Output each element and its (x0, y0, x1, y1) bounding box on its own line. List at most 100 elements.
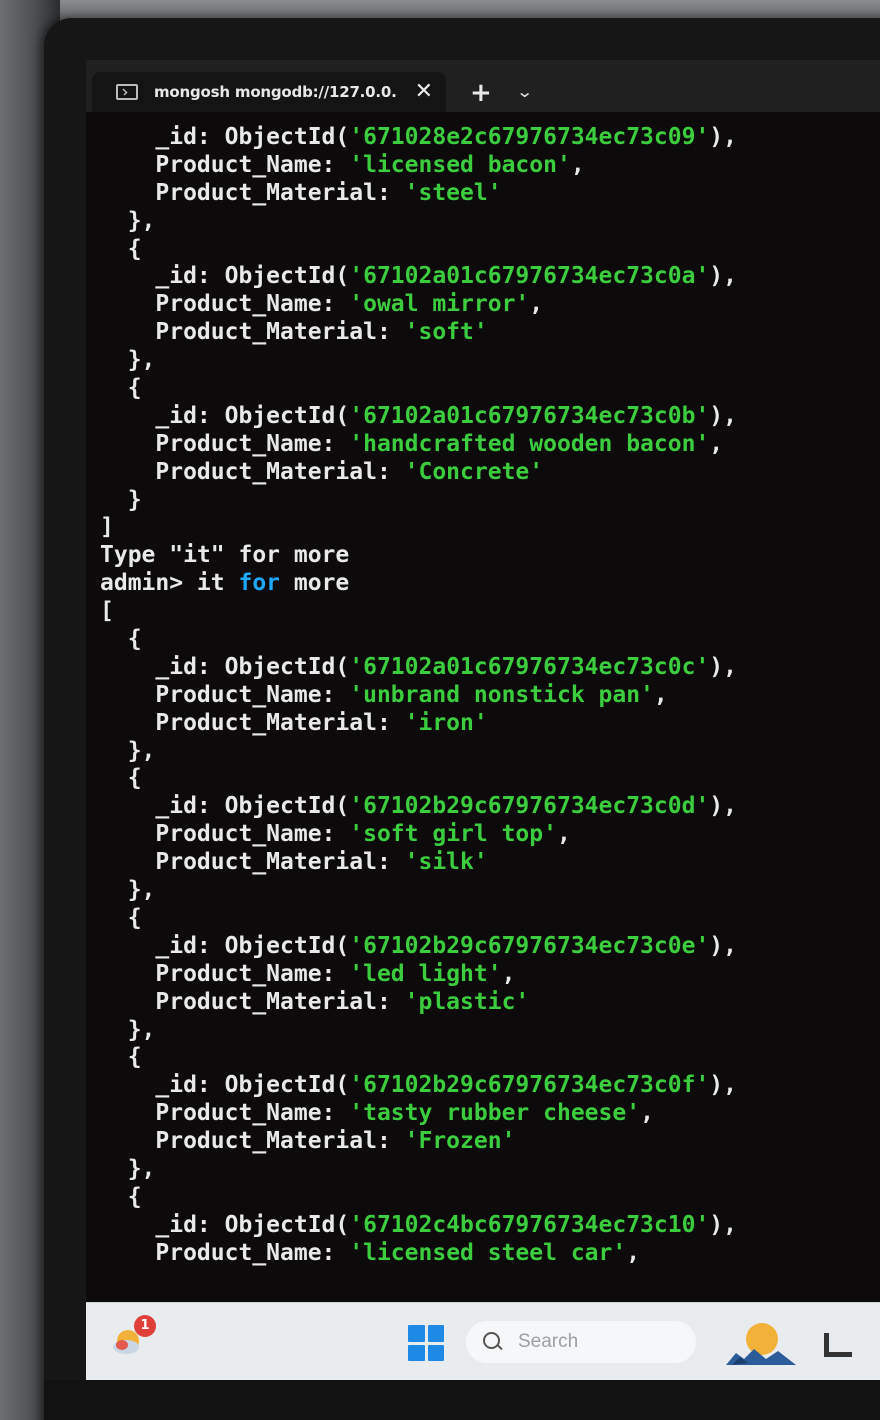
terminal-line: Product_Name: 'licensed steel car', (100, 1240, 880, 1268)
keyword: for (238, 570, 281, 597)
code-text: _id: ObjectId( (155, 263, 350, 290)
code-text: { (127, 235, 142, 262)
terminal-line: [ (100, 598, 880, 626)
task-view-icon[interactable] (824, 1333, 852, 1357)
terminal-line: _id: ObjectId('67102c4bc67976734ec73c10'… (100, 1212, 880, 1240)
code-text: }, (127, 207, 156, 234)
terminal-line: Product_Material: 'steel' (100, 180, 880, 208)
terminal-line: _id: ObjectId('67102b29c67976734ec73c0e'… (100, 933, 880, 961)
string-literal: 'iron' (404, 709, 488, 736)
code-text: { (127, 375, 142, 402)
code-text: Product_Name: (155, 681, 350, 708)
terminal-line: _id: ObjectId('67102a01c67976734ec73c0b'… (100, 403, 880, 431)
string-literal: '67102b29c67976734ec73c0d' (349, 793, 710, 820)
code-text: ), (709, 124, 737, 150)
terminal-line: _id: ObjectId('67102b29c67976734ec73c0f'… (100, 1072, 880, 1100)
terminal-line: Product_Name: 'licensed bacon', (100, 152, 880, 180)
string-literal: 'licensed steel car' (349, 1239, 627, 1266)
code-text: Product_Name: (155, 430, 350, 457)
terminal-icon (116, 84, 138, 100)
code-text: }, (127, 877, 156, 904)
string-literal: 'handcrafted wooden bacon' (349, 430, 710, 457)
string-literal: '67102c4bc67976734ec73c10' (349, 1211, 710, 1238)
code-text: _id: ObjectId( (155, 402, 350, 429)
string-literal: 'plastic' (404, 988, 530, 1015)
code-text: , (709, 430, 724, 457)
close-tab-icon[interactable]: ✕ (415, 81, 433, 103)
string-literal: 'Frozen' (404, 1128, 516, 1155)
code-text: { (127, 1044, 142, 1071)
terminal-line: Product_Material: 'silk' (100, 849, 880, 877)
code-text: Product_Material: (155, 179, 405, 206)
code-text: { (127, 765, 142, 792)
terminal-line: Product_Name: 'led light', (100, 961, 880, 989)
terminal-output[interactable]: _id: ObjectId('671028e2c67976734ec73c09'… (100, 124, 880, 1268)
chevron-down-icon[interactable]: ⌄ (516, 84, 533, 100)
taskbar-search-box[interactable]: Search (466, 1321, 696, 1363)
code-text: ), (709, 1072, 737, 1099)
string-literal: 'Concrete' (404, 458, 544, 485)
new-tab-button[interactable]: + (470, 80, 492, 106)
code-text: _id: ObjectId( (155, 793, 350, 820)
terminal-line: }, (100, 1017, 880, 1045)
terminal-line: { (100, 375, 880, 403)
code-text: , (640, 1100, 654, 1127)
terminal-line: } (100, 487, 880, 515)
terminal-line: Product_Material: 'Concrete' (100, 459, 880, 487)
string-literal: 'soft girl top' (349, 821, 557, 848)
code-text: more (280, 570, 350, 597)
string-literal: '67102b29c67976734ec73c0f' (349, 1072, 710, 1099)
string-literal: 'led light' (349, 960, 502, 987)
code-text: { (127, 904, 142, 931)
code-text: ), (709, 932, 737, 959)
code-text: Product_Name: (155, 291, 350, 318)
windows-start-icon[interactable] (408, 1325, 444, 1361)
terminal-line: Product_Material: 'plastic' (100, 989, 880, 1017)
code-text: Product_Material: (155, 849, 405, 876)
terminal-line: _id: ObjectId('67102a01c67976734ec73c0a'… (100, 263, 880, 291)
tab-mongosh[interactable]: mongosh mongodb://127.0.0. ✕ (92, 72, 446, 112)
terminal-window: mongosh mongodb://127.0.0. ✕ + ⌄ _id: Ob… (86, 60, 880, 1380)
code-text: , (529, 291, 544, 318)
code-text: Product_Material: (155, 319, 405, 346)
code-text: , (653, 681, 668, 708)
code-text: _id: ObjectId( (155, 1211, 350, 1238)
tab-bar: mongosh mongodb://127.0.0. ✕ + ⌄ (86, 60, 880, 112)
code-text: admin> it (100, 570, 239, 597)
code-text: }, (127, 1016, 156, 1043)
notification-badge: 1 (134, 1315, 156, 1337)
terminal-line: { (100, 1044, 880, 1072)
code-text: _id: ObjectId( (155, 932, 350, 959)
tab-title: mongosh mongodb://127.0.0. (154, 83, 397, 101)
terminal-line: Product_Name: 'handcrafted wooden bacon'… (100, 431, 880, 459)
code-text: }, (127, 737, 156, 764)
widgets-icon[interactable] (726, 1319, 796, 1365)
code-text: Type "it" for more (100, 542, 350, 569)
code-text: _id: ObjectId( (155, 124, 350, 150)
terminal-line: _id: ObjectId('671028e2c67976734ec73c09'… (100, 124, 880, 152)
terminal-line: Type "it" for more (100, 542, 880, 570)
code-text: }, (127, 347, 156, 374)
string-literal: 'steel' (404, 179, 502, 206)
